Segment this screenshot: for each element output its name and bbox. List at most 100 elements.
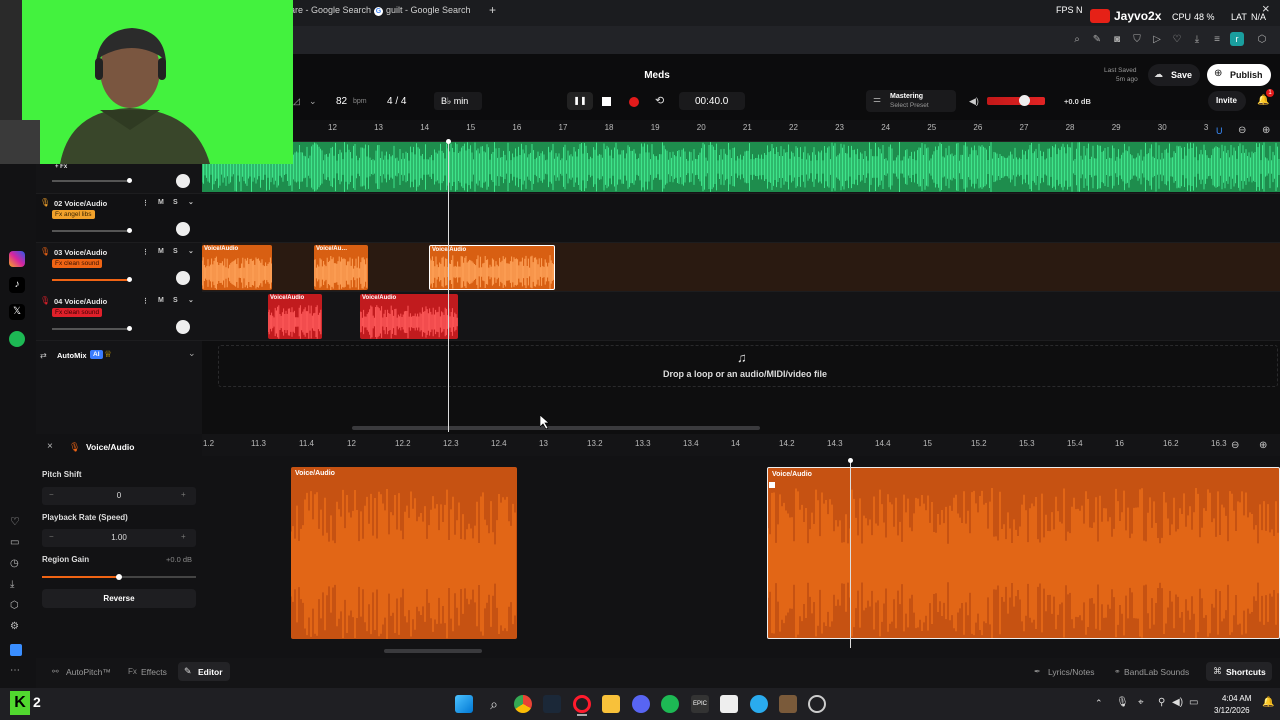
more-icon[interactable]: ⋯: [10, 665, 20, 676]
tab-google-search-1[interactable]: are - Google Search: [290, 5, 371, 15]
timeline-scrollbar[interactable]: [352, 426, 760, 430]
windows-start-icon[interactable]: [455, 695, 473, 713]
pitch-shift-value[interactable]: 0: [42, 491, 196, 500]
kick-logo[interactable]: K: [10, 691, 30, 715]
tab-autopitch[interactable]: AutoPitch™: [66, 667, 111, 677]
pause-button[interactable]: ❚❚: [567, 92, 593, 110]
track-3-clip-1[interactable]: Voice/Audio: [202, 245, 272, 290]
track-3-pan-knob[interactable]: [176, 271, 190, 285]
editor-scrollbar[interactable]: [384, 649, 482, 653]
settings-icon[interactable]: ⚙: [10, 621, 19, 632]
notepad-icon[interactable]: [720, 695, 738, 713]
drop-zone[interactable]: [218, 345, 1278, 387]
master-volume-thumb[interactable]: [1019, 95, 1030, 106]
increment-button[interactable]: +: [181, 490, 186, 499]
menu-icon[interactable]: ≡: [1211, 34, 1223, 46]
search-icon[interactable]: ⌕: [485, 695, 503, 713]
record-button[interactable]: [629, 97, 639, 107]
timeline-ruler[interactable]: [293, 120, 1280, 142]
increment-button[interactable]: +: [181, 532, 186, 541]
cube-icon[interactable]: ⬡: [10, 600, 19, 611]
tiktok-icon[interactable]: ♪: [9, 277, 25, 293]
track-2-solo-button[interactable]: S: [173, 199, 178, 206]
instagram-icon[interactable]: [9, 251, 25, 267]
track-1-green-clip[interactable]: [202, 142, 1280, 192]
track-4-clip-2[interactable]: Voice/Audio: [360, 294, 458, 339]
history-icon[interactable]: ◷: [10, 558, 19, 569]
track-3-solo-button[interactable]: S: [173, 248, 178, 255]
track-3-volume-thumb[interactable]: [127, 277, 132, 282]
epic-games-icon[interactable]: EPIC: [691, 695, 709, 713]
track-2-chevron-icon[interactable]: ⌄: [188, 198, 194, 206]
track-2-fx-badge[interactable]: Fx angel libs: [52, 210, 95, 219]
obs-icon[interactable]: [808, 695, 826, 713]
track-3-name[interactable]: 03 Voice/Audio: [54, 248, 107, 257]
download-icon[interactable]: ⤓: [1191, 34, 1203, 46]
automix-chevron-icon[interactable]: ⌄: [188, 348, 196, 359]
track-4-solo-button[interactable]: S: [173, 297, 178, 304]
x-icon[interactable]: 𝕏: [9, 304, 25, 320]
loop-icon[interactable]: ⟲: [655, 94, 664, 107]
editor-playhead-handle[interactable]: [848, 458, 853, 463]
play-icon[interactable]: ▷: [1151, 34, 1163, 46]
notification-bell-icon[interactable]: 🔔: [1262, 697, 1274, 708]
track-1-name[interactable]: + Fx: [55, 164, 67, 170]
clock-time[interactable]: 4:04 AM: [1222, 694, 1251, 703]
zoom-out-icon[interactable]: ⊖: [1238, 125, 1246, 136]
track-4-fx-badge[interactable]: Fx clean sound: [52, 308, 103, 317]
track-4-clip-1[interactable]: Voice/Audio: [268, 294, 322, 339]
magnet-icon[interactable]: U: [1216, 126, 1223, 136]
track-4-volume-slider[interactable]: [52, 328, 130, 330]
tab-bandlab-sounds[interactable]: BandLab Sounds: [1124, 667, 1189, 677]
zoom-in-icon[interactable]: ⊕: [1262, 125, 1270, 136]
track-3-clip-2[interactable]: Voice/Au…: [314, 245, 368, 290]
editor-zoom-out-icon[interactable]: ⊖: [1231, 440, 1239, 451]
mic-icon[interactable]: 🎙: [1116, 697, 1129, 708]
app-icon[interactable]: [10, 644, 22, 656]
tab-lyrics-notes[interactable]: Lyrics/Notes: [1048, 667, 1094, 677]
track-4-more-icon[interactable]: ⋮: [142, 297, 149, 305]
chrome-icon[interactable]: [514, 695, 532, 713]
edit-icon[interactable]: ✎: [1091, 34, 1103, 46]
pitch-shift-stepper[interactable]: − 0 +: [42, 487, 196, 505]
telegram-icon[interactable]: [750, 695, 768, 713]
stop-button[interactable]: [602, 97, 611, 106]
editor-clip-2-selected[interactable]: Voice/Audio: [767, 467, 1280, 639]
track-4-mute-button[interactable]: M: [158, 297, 164, 304]
track-3-fx-badge[interactable]: Fx clean sound: [52, 259, 103, 268]
close-editor-button[interactable]: ×: [47, 441, 53, 452]
track-1-volume-thumb[interactable]: [127, 178, 132, 183]
track-2-more-icon[interactable]: ⋮: [142, 199, 149, 207]
location-icon[interactable]: ⌖: [1138, 697, 1144, 708]
chevron-up-icon[interactable]: ⌃: [1095, 698, 1103, 709]
track-4-volume-thumb[interactable]: [127, 326, 132, 331]
heart-icon[interactable]: ♡: [1171, 34, 1183, 46]
track-2-pan-knob[interactable]: [176, 222, 190, 236]
chat-icon[interactable]: ▭: [10, 537, 19, 548]
project-title[interactable]: Meds: [600, 70, 714, 81]
minecraft-icon[interactable]: [779, 695, 797, 713]
track-3-chevron-icon[interactable]: ⌄: [188, 247, 194, 255]
file-explorer-icon[interactable]: [602, 695, 620, 713]
tab-effects[interactable]: Effects: [141, 667, 167, 677]
download-icon[interactable]: ⤓: [10, 579, 14, 590]
time-signature[interactable]: 4 / 4: [387, 96, 406, 107]
tempo-value[interactable]: 82: [336, 96, 347, 107]
heart-icon[interactable]: ♡: [10, 515, 20, 528]
volume-icon[interactable]: ◀): [969, 96, 979, 107]
opera-icon[interactable]: [573, 695, 591, 713]
profile-avatar[interactable]: r: [1230, 32, 1244, 46]
playhead-handle[interactable]: [446, 139, 451, 144]
track-2-volume-thumb[interactable]: [127, 228, 132, 233]
region-gain-thumb[interactable]: [116, 574, 122, 580]
search-icon[interactable]: ⌕: [1071, 34, 1083, 46]
master-volume-slider[interactable]: [987, 97, 1045, 105]
track-4-pan-knob[interactable]: [176, 320, 190, 334]
spotify-icon[interactable]: [661, 695, 679, 713]
spotify-icon[interactable]: [9, 331, 25, 347]
track-1-volume-slider[interactable]: [52, 180, 130, 182]
network-icon[interactable]: ⚲: [1158, 697, 1165, 708]
track-3-more-icon[interactable]: ⋮: [142, 248, 149, 256]
editor-playhead[interactable]: [850, 460, 851, 648]
shield-icon[interactable]: ⛉: [1131, 34, 1143, 46]
